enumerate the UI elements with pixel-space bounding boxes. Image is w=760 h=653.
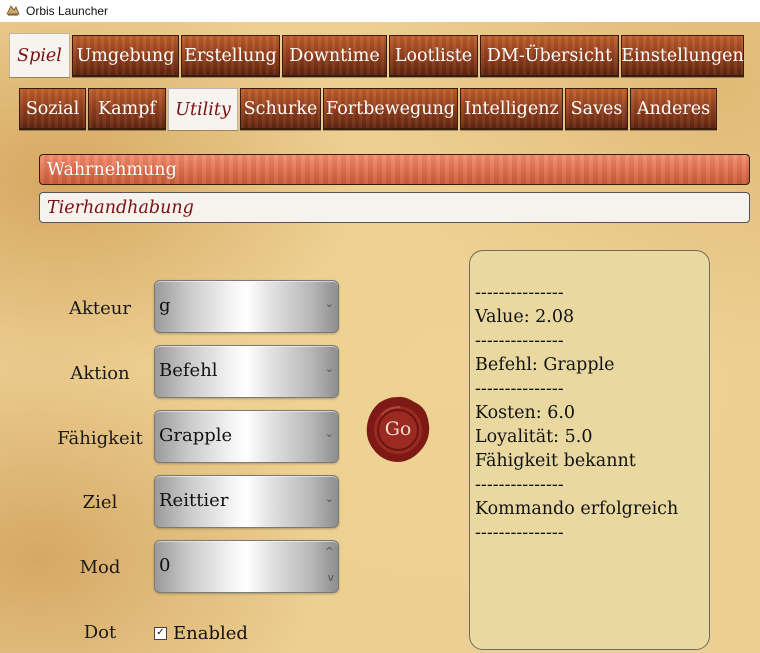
output-line: Loyalität: 5.0 bbox=[475, 427, 593, 447]
output-line: Value: 2.08 bbox=[475, 307, 575, 327]
window-title: Orbis Launcher bbox=[26, 4, 109, 18]
mod-stepper[interactable]: 0 ^ v bbox=[154, 540, 339, 593]
mod-value: 0 bbox=[159, 555, 171, 576]
output-line: --------------- bbox=[475, 283, 564, 303]
tab-erstellung[interactable]: Erstellung bbox=[181, 35, 280, 77]
skill-item-wahrnehmung[interactable]: Wahrnehmung bbox=[39, 154, 750, 185]
checkmark-icon[interactable]: ✓ bbox=[154, 627, 167, 640]
title-bar: Orbis Launcher bbox=[0, 0, 760, 22]
sub-tab-bar: Sozial Kampf Utility Schurke Fortbewegun… bbox=[19, 88, 719, 130]
launcher-content: Spiel Umgebung Erstellung Downtime Lootl… bbox=[0, 22, 760, 653]
mod-label: Mod bbox=[79, 557, 121, 578]
dot-checkbox[interactable]: ✓ Enabled bbox=[154, 623, 248, 644]
output-line: --------------- bbox=[475, 379, 564, 399]
main-tab-bar: Spiel Umgebung Erstellung Downtime Lootl… bbox=[9, 33, 746, 77]
tab-anderes[interactable]: Anderes bbox=[630, 88, 717, 130]
chevron-down-icon: ⌄ bbox=[324, 362, 334, 375]
output-line: Kosten: 6.0 bbox=[475, 403, 576, 423]
spin-up-icon[interactable]: ^ bbox=[325, 545, 334, 558]
output-line: --------------- bbox=[475, 523, 564, 543]
tab-kampf[interactable]: Kampf bbox=[88, 88, 166, 130]
tab-intelligenz[interactable]: Intelligenz bbox=[460, 88, 563, 130]
chevron-down-icon: ⌄ bbox=[324, 492, 334, 505]
faehigkeit-value: Grapple bbox=[159, 425, 233, 446]
tab-utility[interactable]: Utility bbox=[168, 88, 238, 130]
dot-checkbox-label: Enabled bbox=[173, 623, 248, 644]
app-icon bbox=[6, 5, 20, 16]
output-line: Befehl: Grapple bbox=[475, 355, 615, 375]
output-line: --------------- bbox=[475, 331, 564, 351]
output-line: Kommando erfolgreich bbox=[475, 499, 679, 519]
spin-down-icon[interactable]: v bbox=[327, 571, 334, 584]
aktion-select[interactable]: Befehl ⌄ bbox=[154, 345, 339, 398]
aktion-label: Aktion bbox=[70, 363, 130, 384]
ziel-select[interactable]: Reittier ⌄ bbox=[154, 475, 339, 528]
faehigkeit-select[interactable]: Grapple ⌄ bbox=[154, 410, 339, 463]
tab-lootliste[interactable]: Lootliste bbox=[389, 35, 478, 77]
chevron-down-icon: ⌄ bbox=[324, 297, 334, 310]
tab-dm-uebersicht[interactable]: DM-Übersicht bbox=[480, 35, 619, 77]
output-line: --------------- bbox=[475, 475, 564, 495]
akteur-select[interactable]: g ⌄ bbox=[154, 280, 339, 333]
chevron-down-icon: ⌄ bbox=[324, 427, 334, 440]
akteur-label: Akteur bbox=[69, 298, 131, 319]
go-button-label: Go bbox=[384, 418, 412, 440]
akteur-value: g bbox=[159, 295, 171, 316]
tab-einstellungen[interactable]: Einstellungen bbox=[621, 35, 744, 77]
tab-spiel[interactable]: Spiel bbox=[9, 33, 70, 77]
tab-sozial[interactable]: Sozial bbox=[19, 88, 86, 130]
skill-item-tierhandhabung[interactable]: Tierhandhabung bbox=[39, 192, 750, 223]
tab-downtime[interactable]: Downtime bbox=[282, 35, 387, 77]
tab-umgebung[interactable]: Umgebung bbox=[72, 35, 179, 77]
dot-label: Dot bbox=[83, 622, 117, 643]
result-output-panel: --------------- Value: 2.08 --------------… bbox=[469, 250, 710, 650]
ziel-value: Reittier bbox=[159, 490, 229, 511]
tab-fortbewegung[interactable]: Fortbewegung bbox=[323, 88, 458, 130]
faehigkeit-label: Fähigkeit bbox=[57, 428, 143, 449]
ziel-label: Ziel bbox=[82, 492, 118, 513]
tab-saves[interactable]: Saves bbox=[565, 88, 628, 130]
go-button[interactable]: Go bbox=[366, 395, 430, 463]
tab-schurke[interactable]: Schurke bbox=[240, 88, 321, 130]
aktion-value: Befehl bbox=[159, 360, 218, 381]
output-line: Fähigkeit bekannt bbox=[475, 451, 636, 471]
